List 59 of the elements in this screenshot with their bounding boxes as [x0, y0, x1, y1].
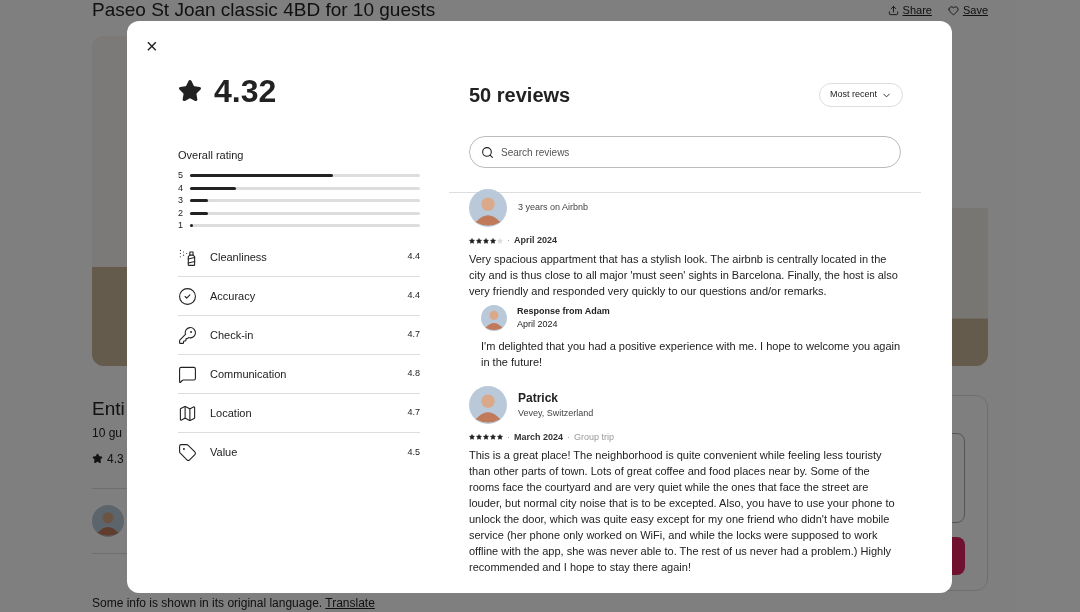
- save-link[interactable]: Save: [947, 2, 988, 19]
- separator-dot: ·: [567, 430, 571, 444]
- rating-label: 3: [178, 196, 182, 206]
- response-title: Response from Adam: [517, 304, 610, 318]
- category-label: Cleanliness: [210, 249, 268, 265]
- avatar: [469, 189, 507, 227]
- share-link[interactable]: Share: [887, 2, 932, 19]
- close-button[interactable]: ×: [146, 36, 158, 56]
- share-icon: [887, 4, 899, 16]
- reviewer-meta: Vevey, Switzerland: [518, 406, 594, 420]
- review-date: April 2024: [514, 234, 558, 247]
- separator-dot: ·: [507, 234, 510, 247]
- rating-label: 5: [178, 171, 182, 181]
- avatar: [469, 385, 507, 424]
- category-score: 4.7: [407, 328, 420, 342]
- avatar: [92, 504, 124, 537]
- rating-label: 1: [178, 221, 182, 231]
- listing-rating: 4.3: [107, 450, 124, 468]
- map-icon: [178, 403, 197, 423]
- listing-title: Paseo St Joan classic 4BD for 10 guests: [92, 0, 436, 20]
- listing-subheading: 10 gu: [92, 424, 123, 442]
- category-label: Location: [210, 405, 253, 421]
- review-text: This is a great place! The neighborhood is quite convenient while feeling less touristy than other parts of town. Lots of great coffee and food places near by. Some of the rooms face the courtyard and are very quiet while the ones that face the street are louder, but normal city noise that is to be excepted. Also, you have to use your phone to unlock the door, which was quite easy except for my one friend who didn't have mobile service (her phone only worked on WiFi, and while the locks were supposed to work offline with the app, she was never able to. The rest of us never had a problem.) Highly recommended and I hope to stay there again!: [469, 448, 896, 575]
- spray-icon: [178, 247, 197, 267]
- category-score: 4.4: [407, 289, 420, 303]
- overall-rating-label: Overall rating: [178, 148, 245, 163]
- category-label: Communication: [210, 366, 288, 382]
- response-date: April 2024: [517, 318, 559, 331]
- reviews-count: 50 reviews: [469, 83, 571, 108]
- category-score: 4.5: [407, 445, 420, 459]
- star-icon: [92, 453, 103, 464]
- chat-icon: [178, 364, 197, 384]
- heart-icon: [947, 4, 959, 16]
- review-text: Very spacious appartment that has a stylish look. The airbnb is centrally located in the city and is thus close to all major 'must seen' sights in Barcelona. Finally, the host is also very friendly and responded very quickly to our questions and/or remarks.: [469, 251, 899, 299]
- language-notice: Some info is shown in its original language. Translate: [92, 594, 375, 612]
- category-score: 4.4: [407, 250, 420, 264]
- response-text: I'm delighted that you had a positive experience with me. I hope to welcome you again in the future!: [481, 338, 901, 370]
- tag-icon: [178, 443, 197, 462]
- star-icon: [178, 79, 202, 103]
- separator-dot: ·: [507, 430, 510, 444]
- review-date: March 2024: [514, 430, 564, 444]
- key-icon: [178, 325, 197, 345]
- check-icon: [178, 286, 197, 306]
- search-icon: [481, 146, 494, 159]
- translate-link[interactable]: Translate: [325, 595, 375, 610]
- rating-label: 4: [178, 183, 182, 193]
- category-score: 4.7: [407, 406, 420, 420]
- category-label: Check-in: [210, 327, 255, 343]
- category-score: 4.8: [407, 367, 420, 381]
- category-label: Accuracy: [210, 288, 257, 304]
- listing-heading: Enti: [92, 397, 125, 421]
- rating-label: 2: [178, 208, 182, 218]
- search-field[interactable]: Search reviews: [469, 136, 901, 168]
- reviewer-name: Patrick: [518, 389, 560, 407]
- reviewer-meta: 3 years on Airbnb: [518, 201, 589, 215]
- category-label: Value: [210, 445, 239, 461]
- trip-type: Group trip: [574, 430, 615, 444]
- rating-score: 4.32: [214, 75, 277, 107]
- avatar: [481, 305, 507, 331]
